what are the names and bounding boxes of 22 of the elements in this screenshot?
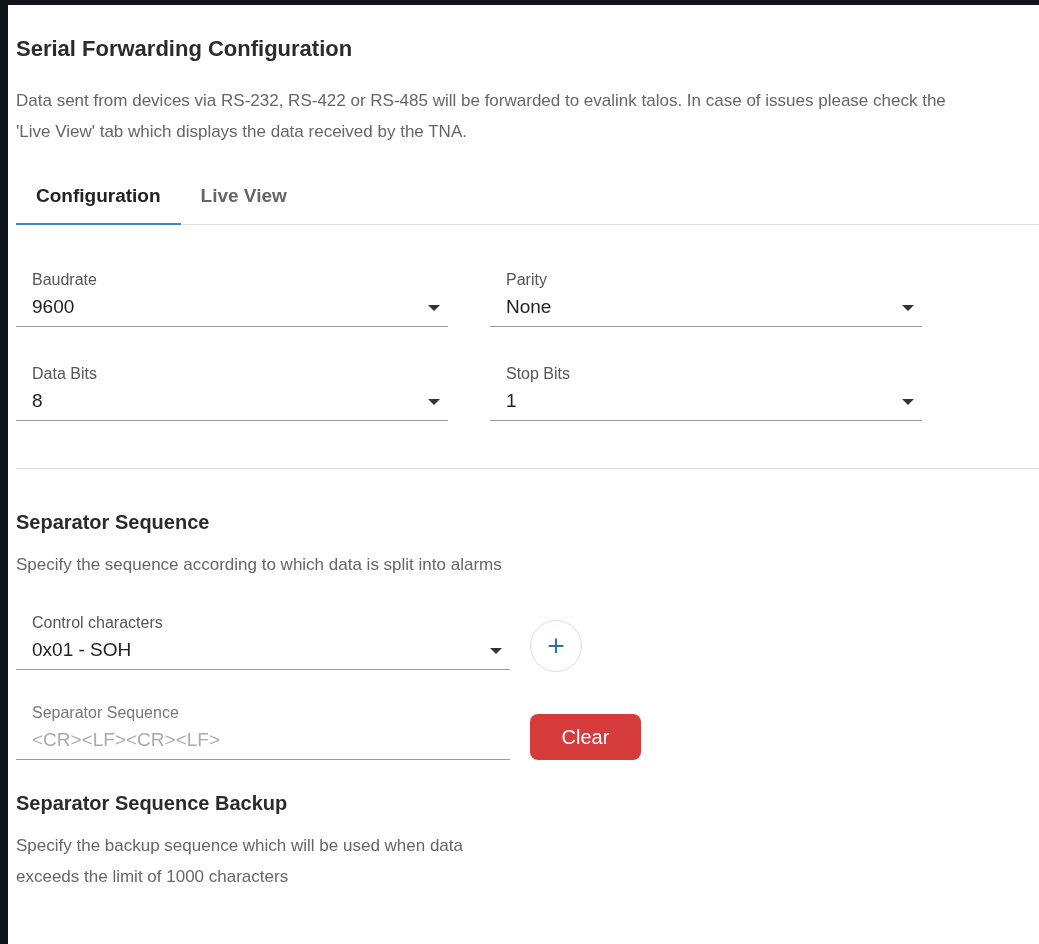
select-field[interactable]: Parity None: [490, 269, 922, 327]
field-label: Separator Sequence: [32, 703, 180, 723]
select-field[interactable]: Stop Bits 1: [490, 363, 922, 421]
section-description: Specify the sequence according to which data is split into alarms: [16, 554, 503, 576]
section-description: Specify the backup sequence which will be used when data exceeds the limit of 1000 characters: [16, 835, 464, 888]
clear-button[interactable]: Clear: [530, 714, 641, 760]
caret-icon: [490, 648, 502, 654]
select-field[interactable]: Data Bits 8: [16, 363, 448, 421]
tab[interactable]: Live View: [180, 173, 307, 225]
tab[interactable]: Configuration: [16, 173, 181, 225]
caret-icon: [902, 305, 914, 311]
description-text: Data sent from devices via RS-232, RS-422 or RS-485 will be forwarded to evalink talos. In case of issues please check the 'Live View' tab which displays the data received by the TNA.: [16, 90, 947, 143]
page-title: Serial Forwarding Configuration: [16, 35, 354, 63]
caret-icon: [428, 399, 440, 405]
caret-icon: [428, 305, 440, 311]
sequence-field[interactable]: <CR><LF><CR><LF>: [32, 728, 332, 752]
select-field[interactable]: Baudrate 9600: [16, 269, 448, 327]
section-heading: Separator Sequence Backup: [16, 791, 289, 816]
add-button[interactable]: +: [530, 620, 582, 672]
caret-icon: [902, 399, 914, 405]
section-heading: Separator Sequence: [16, 510, 211, 535]
select-field[interactable]: Control characters 0x01 - SOH: [16, 612, 510, 670]
